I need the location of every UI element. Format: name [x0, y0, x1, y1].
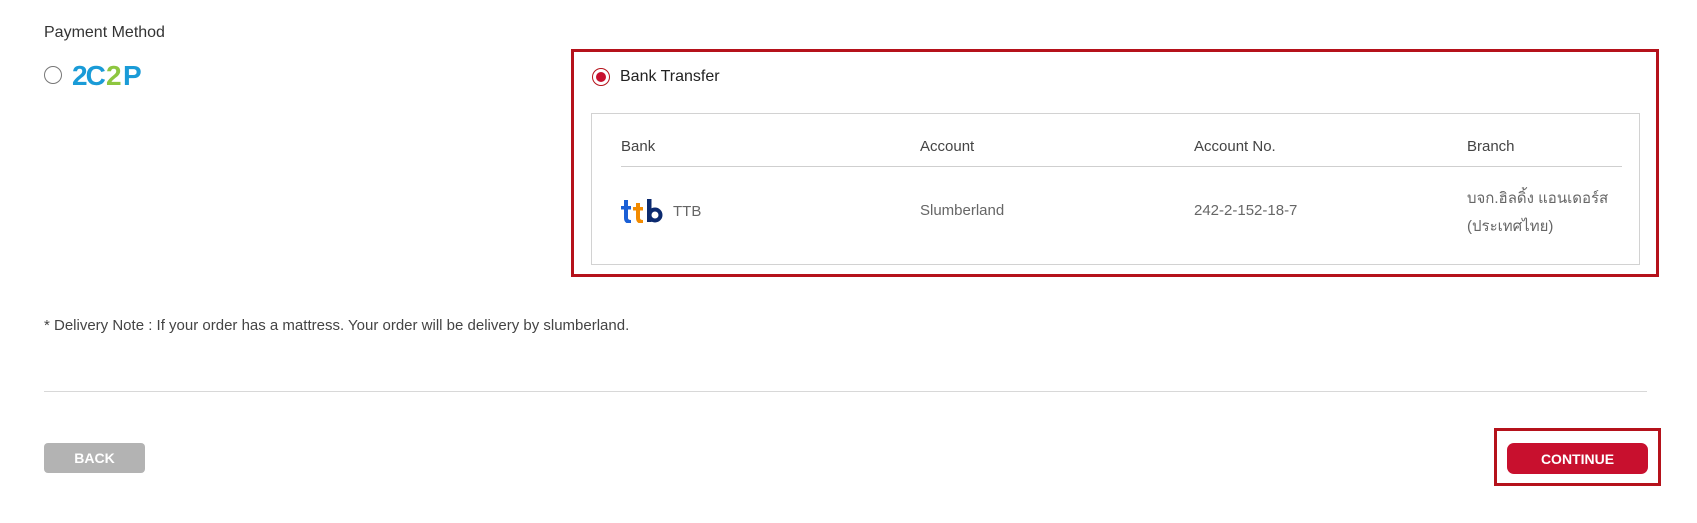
back-button[interactable]: BACK [44, 443, 145, 473]
branch-line-2: (ประเทศไทย) [1467, 218, 1554, 235]
radio-2c2p[interactable] [44, 66, 62, 84]
bank-transfer-panel: Bank Transfer Bank Account Account No. B… [571, 49, 1659, 277]
ttb-logo-icon [621, 199, 663, 223]
payment-method-title: Payment Method [44, 24, 165, 41]
payment-option-2c2p[interactable]: 2C 2 P [44, 60, 152, 90]
header-divider [621, 166, 1622, 167]
radio-selected-dot [596, 72, 606, 82]
account-name: Slumberland [920, 202, 1005, 219]
bank-account-table: Bank Account Account No. Branch TTB Slum… [591, 113, 1640, 265]
column-header-account-no: Account No. [1194, 138, 1276, 155]
radio-bank-transfer[interactable] [592, 68, 610, 86]
delivery-note: * Delivery Note : If your order has a ma… [44, 317, 630, 334]
bank-transfer-label: Bank Transfer [620, 68, 720, 85]
bank-cell: TTB [621, 199, 701, 223]
svg-text:P: P [123, 60, 142, 90]
continue-highlight-frame: CONTINUE [1494, 428, 1661, 486]
column-header-branch: Branch [1467, 138, 1515, 155]
continue-button[interactable]: CONTINUE [1507, 443, 1648, 474]
column-header-bank: Bank [621, 138, 656, 155]
branch-name: บจก.ฮิลดิ้ง แอนเดอร์ส (ประเทศไทย) [1467, 185, 1627, 241]
bank-name: TTB [673, 202, 702, 220]
account-number: 242-2-152-18-7 [1194, 202, 1298, 219]
section-divider [44, 391, 1647, 392]
payment-option-bank-transfer[interactable]: Bank Transfer [592, 68, 720, 86]
svg-text:2: 2 [106, 60, 122, 90]
branch-line-1: บจก.ฮิลดิ้ง แอนเดอร์ส [1467, 190, 1609, 207]
svg-text:2C: 2C [72, 60, 106, 90]
column-header-account: Account [920, 138, 975, 155]
2c2p-logo-icon: 2C 2 P [72, 60, 142, 90]
